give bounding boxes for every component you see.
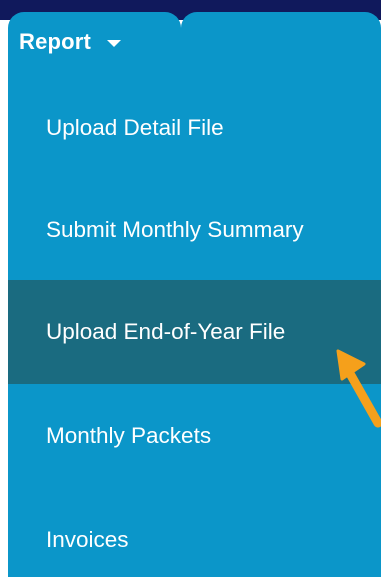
menu-item-label: Submit Monthly Summary bbox=[46, 217, 304, 242]
menu-item-submit-monthly-summary[interactable]: Submit Monthly Summary bbox=[8, 178, 381, 282]
menu-item-invoices[interactable]: Invoices bbox=[8, 488, 381, 577]
report-menu-screen: Report Upload Detail File Submit Monthly… bbox=[0, 0, 381, 577]
pointer-arrow-icon bbox=[336, 349, 381, 428]
menu-item-label: Monthly Packets bbox=[46, 423, 212, 448]
caret-down-icon bbox=[107, 40, 122, 47]
report-tab-label: Report bbox=[19, 29, 92, 54]
menu-item-upload-end-of-year-file[interactable]: Upload End-of-Year File bbox=[8, 280, 381, 384]
menu-item-label: Invoices bbox=[46, 527, 129, 552]
menu-item-label: Upload End-of-Year File bbox=[46, 319, 286, 344]
adjacent-tab[interactable] bbox=[181, 12, 381, 72]
report-tab[interactable]: Report bbox=[8, 12, 181, 72]
menu-item-upload-detail-file[interactable]: Upload Detail File bbox=[8, 76, 381, 180]
report-dropdown-menu: Upload Detail File Submit Monthly Summar… bbox=[8, 70, 381, 577]
menu-item-monthly-packets[interactable]: Monthly Packets bbox=[8, 384, 381, 488]
menu-item-label: Upload Detail File bbox=[46, 115, 224, 140]
